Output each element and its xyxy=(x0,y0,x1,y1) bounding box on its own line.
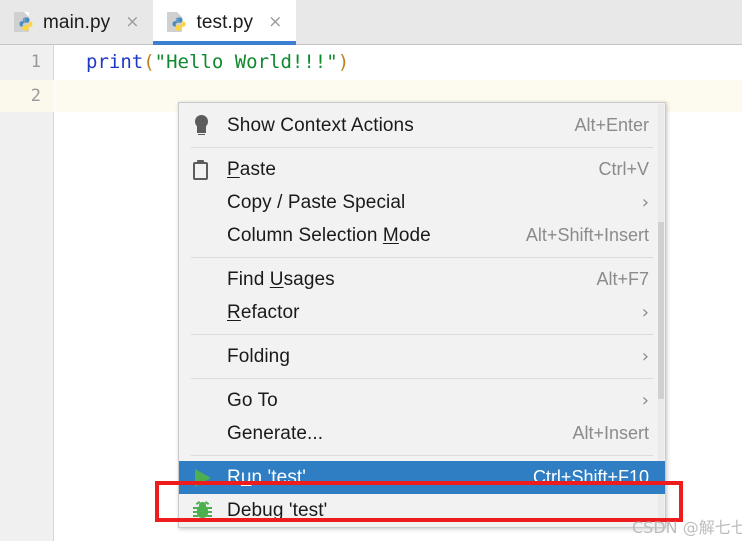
menu-item-label-rest: n 'test' xyxy=(251,466,307,488)
editor-tab-bar: main.py × test.py × xyxy=(0,0,742,45)
chevron-right-icon: › xyxy=(641,191,649,213)
menu-item-shortcut: Ctrl+V xyxy=(598,159,649,179)
menu-separator xyxy=(191,257,653,258)
line-number: 1 xyxy=(30,52,41,72)
python-file-icon xyxy=(14,11,34,34)
menu-item-mnemonic: M xyxy=(382,224,399,246)
chevron-right-icon: › xyxy=(641,389,649,411)
menu-item-label-rest: ode xyxy=(398,224,431,246)
run-play-icon xyxy=(193,468,227,487)
menu-item-label: Show Context Actions xyxy=(227,114,414,136)
menu-item-shortcut: Alt+Shift+Insert xyxy=(525,225,649,245)
menu-item-find-usages[interactable]: Find Usages Alt+F7 xyxy=(179,263,665,296)
menu-item-label: Column Selection Mode xyxy=(227,225,508,247)
close-icon[interactable]: × xyxy=(268,14,282,31)
tab-test-py[interactable]: test.py × xyxy=(153,0,297,45)
gutter-current-line xyxy=(0,80,54,112)
menu-item-column-selection-mode[interactable]: Column Selection Mode Alt+Shift+Insert xyxy=(179,219,665,252)
menu-item-mnemonic: P xyxy=(227,158,240,180)
menu-item-show-context-actions[interactable]: Show Context Actions Alt+Enter xyxy=(179,109,665,142)
code-function-name: print xyxy=(86,51,144,73)
menu-item-label: Run 'test' xyxy=(227,467,515,489)
menu-item-folding[interactable]: Folding › xyxy=(179,340,665,373)
menu-item-shortcut: Ctrl+Shift+F10 xyxy=(532,467,649,487)
menu-item-label: Folding xyxy=(227,345,291,367)
close-icon[interactable]: × xyxy=(125,14,139,31)
menu-item-label-rest: aste xyxy=(239,158,277,180)
menu-item-mnemonic: U xyxy=(269,268,284,290)
code-line-1: print("Hello World!!!") xyxy=(86,51,349,73)
chevron-right-icon: › xyxy=(641,345,649,367)
menu-item-label-pre: Column Selection xyxy=(227,224,383,246)
menu-item-label: Debug 'test' xyxy=(227,499,328,521)
debug-bug-icon xyxy=(193,501,227,519)
menu-item-generate[interactable]: Generate... Alt+Insert xyxy=(179,417,665,450)
menu-separator xyxy=(191,455,653,456)
menu-item-label-pre: R xyxy=(227,466,241,488)
tab-main-py[interactable]: main.py × xyxy=(0,0,153,45)
code-string-literal: "Hello World!!!" xyxy=(154,51,338,73)
menu-separator xyxy=(191,378,653,379)
menu-item-label: Copy / Paste Special xyxy=(227,191,406,213)
menu-item-copy-paste-special[interactable]: Copy / Paste Special › xyxy=(179,186,665,219)
watermark-text: CSDN @解七七 xyxy=(632,518,742,537)
line-number: 2 xyxy=(30,86,41,106)
pycharm-editor-window: main.py × test.py × 1 2 print("Hello Wor… xyxy=(0,0,742,541)
menu-item-label-rest: efactor xyxy=(240,301,300,323)
clipboard-icon xyxy=(193,159,227,180)
menu-item-label: Find Usages xyxy=(227,269,578,291)
menu-item-label: Paste xyxy=(227,159,580,181)
python-logo-icon xyxy=(19,17,33,30)
tab-label: test.py xyxy=(196,11,254,33)
python-file-icon xyxy=(167,11,187,34)
menu-item-shortcut: Alt+Insert xyxy=(572,423,649,443)
code-open-paren: ( xyxy=(143,51,155,73)
line-number-gutter[interactable]: 1 2 xyxy=(0,45,54,541)
tab-label: main.py xyxy=(43,11,111,33)
python-logo-icon xyxy=(173,17,186,30)
menu-item-mnemonic: u xyxy=(240,466,252,488)
code-close-paren: ) xyxy=(337,51,350,73)
menu-separator xyxy=(191,147,653,148)
menu-item-refactor[interactable]: Refactor › xyxy=(179,296,665,329)
menu-item-run-test[interactable]: Run 'test' Ctrl+Shift+F10 xyxy=(179,461,665,494)
menu-item-debug-test[interactable]: Debug 'test' xyxy=(179,494,665,527)
menu-item-label-rest: sages xyxy=(283,268,335,290)
menu-item-label: Go To xyxy=(227,389,278,411)
menu-item-label-pre: Find xyxy=(227,268,270,290)
menu-item-label: Refactor xyxy=(227,302,624,324)
editor-context-menu[interactable]: Show Context Actions Alt+Enter Paste Ctr… xyxy=(178,102,666,528)
menu-item-paste[interactable]: Paste Ctrl+V xyxy=(179,153,665,186)
menu-item-label: Generate... xyxy=(227,422,324,444)
lightbulb-icon xyxy=(193,115,227,136)
menu-item-shortcut: Alt+F7 xyxy=(596,269,649,289)
menu-separator xyxy=(191,334,653,335)
menu-item-mnemonic: R xyxy=(227,301,241,323)
menu-item-go-to[interactable]: Go To › xyxy=(179,384,665,417)
chevron-right-icon: › xyxy=(641,301,649,323)
menu-item-shortcut: Alt+Enter xyxy=(574,115,649,135)
